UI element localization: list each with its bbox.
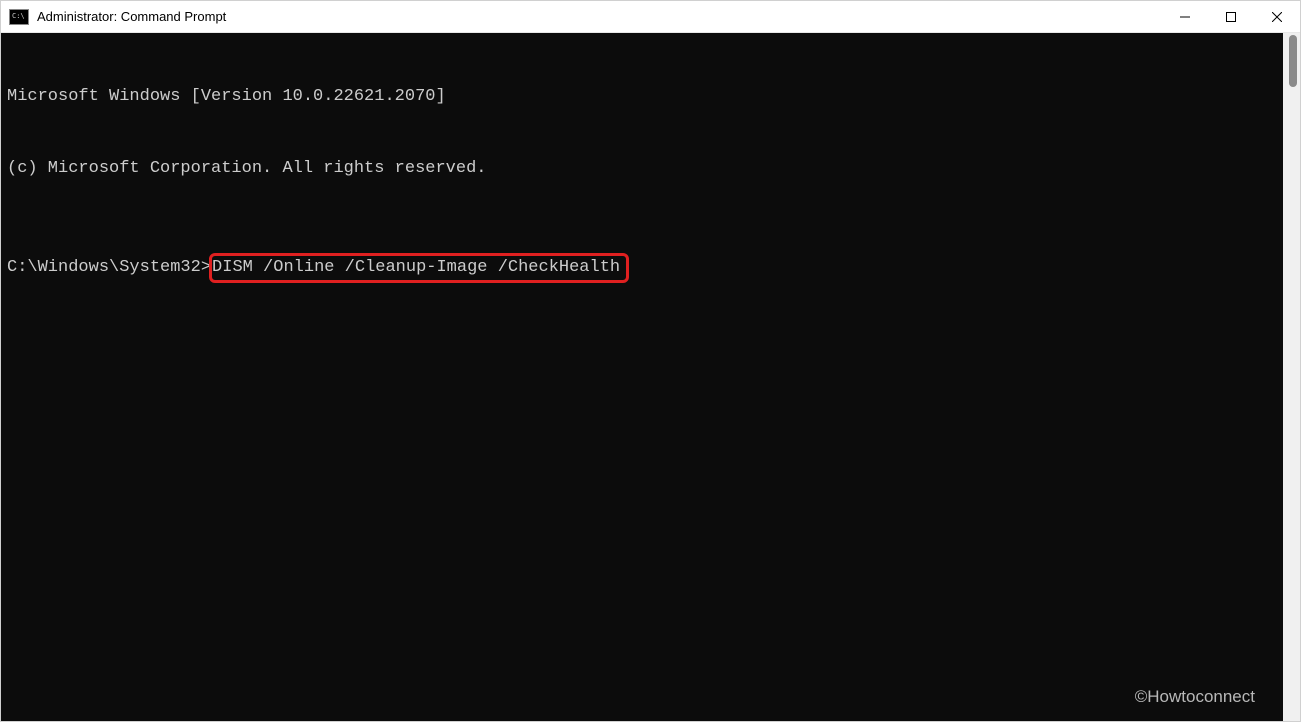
terminal-output-line: (c) Microsoft Corporation. All rights re… xyxy=(7,157,1277,181)
scrollbar-thumb[interactable] xyxy=(1289,35,1297,87)
prompt-line: C:\Windows\System32>DISM /Online /Cleanu… xyxy=(7,253,1277,283)
cmd-icon-text: C:\ xyxy=(12,13,25,20)
minimize-button[interactable] xyxy=(1162,1,1208,32)
terminal-wrapper: Microsoft Windows [Version 10.0.22621.20… xyxy=(1,33,1300,721)
titlebar[interactable]: C:\ Administrator: Command Prompt xyxy=(1,1,1300,33)
maximize-button[interactable] xyxy=(1208,1,1254,32)
command-highlight: DISM /Online /Cleanup-Image /CheckHealth xyxy=(209,253,629,283)
watermark: ©Howtoconnect xyxy=(1135,685,1255,709)
terminal-output-line: Microsoft Windows [Version 10.0.22621.20… xyxy=(7,85,1277,109)
window-controls xyxy=(1162,1,1300,32)
scrollbar-track[interactable] xyxy=(1283,33,1300,721)
close-button[interactable] xyxy=(1254,1,1300,32)
window-title: Administrator: Command Prompt xyxy=(37,9,1162,24)
terminal[interactable]: Microsoft Windows [Version 10.0.22621.20… xyxy=(1,33,1283,721)
cmd-icon: C:\ xyxy=(9,9,29,25)
cmd-window: C:\ Administrator: Command Prompt Micros… xyxy=(0,0,1301,722)
command-text: DISM /Online /Cleanup-Image /CheckHealth xyxy=(212,258,620,277)
prompt-text: C:\Windows\System32> xyxy=(7,256,211,280)
